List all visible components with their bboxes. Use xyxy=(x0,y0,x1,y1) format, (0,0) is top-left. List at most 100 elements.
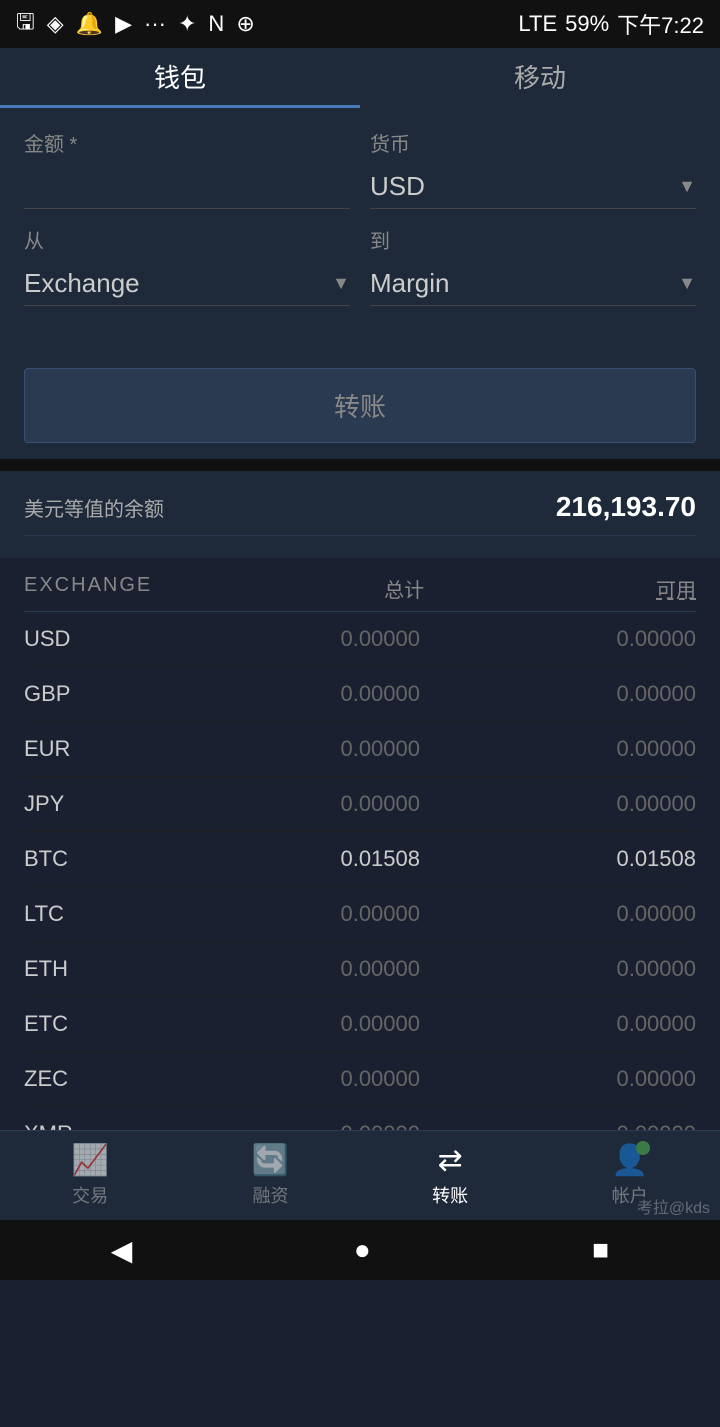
form-row-bottom: 从 Exchange ▼ 到 Margin ▼ xyxy=(24,225,696,306)
transfer-label: 转账 xyxy=(432,1182,468,1208)
amount-group: 金额 * xyxy=(24,128,350,209)
amount-available: 0.01508 xyxy=(536,846,696,872)
table-row: LTC 0.00000 0.00000 xyxy=(24,887,696,942)
from-group: 从 Exchange ▼ xyxy=(24,225,350,306)
currency-group: 货币 USD ▼ xyxy=(370,128,696,209)
table-row: JPY 0.00000 0.00000 xyxy=(24,777,696,832)
currency-name: USD xyxy=(24,626,144,652)
amount-total: 0.01508 xyxy=(260,846,420,872)
currency-name: ZEC xyxy=(24,1066,144,1092)
amount-total: 0.00000 xyxy=(260,956,420,982)
amount-input[interactable] xyxy=(24,165,350,209)
currency-name: JPY xyxy=(24,791,144,817)
amount-available: 0.00000 xyxy=(536,681,696,707)
transfer-icon: ⇄ xyxy=(438,1143,463,1178)
balance-row: 美元等值的余额 216,193.70 xyxy=(24,491,696,536)
balance-value: 216,193.70 xyxy=(556,491,696,523)
amount-available: 0.00000 xyxy=(536,901,696,927)
lte-label: LTE xyxy=(518,11,557,37)
from-dropdown-arrow: ▼ xyxy=(332,273,350,294)
notification-icon: 🖫 xyxy=(16,5,35,43)
amount-total: 0.00000 xyxy=(260,1066,420,1092)
amount-available: 0.00000 xyxy=(536,626,696,652)
notification-bell-icon: 🔔 xyxy=(76,11,103,37)
from-label: 从 xyxy=(24,225,350,254)
amount-available: 0.00000 xyxy=(536,956,696,982)
send-icon: ▶ xyxy=(115,11,132,37)
from-value: Exchange xyxy=(24,268,332,299)
home-button[interactable]: ● xyxy=(354,1234,371,1266)
to-value: Margin xyxy=(370,268,678,299)
table-row: ETH 0.00000 0.00000 xyxy=(24,942,696,997)
tab-move[interactable]: 移动 xyxy=(360,48,720,108)
watermark: 考拉@kds xyxy=(637,1194,710,1218)
amount-total: 0.00000 xyxy=(260,901,420,927)
battery-label: 59% xyxy=(565,11,609,37)
trade-icon: 📈 xyxy=(71,1143,108,1178)
currency-dropdown-arrow: ▼ xyxy=(678,176,696,197)
to-dropdown-arrow: ▼ xyxy=(678,273,696,294)
currency-name: EUR xyxy=(24,736,144,762)
back-button[interactable]: ◀ xyxy=(111,1234,133,1267)
table-row: BTC 0.01508 0.01508 xyxy=(24,832,696,887)
amount-total: 0.00000 xyxy=(260,1011,420,1037)
from-select[interactable]: Exchange ▼ xyxy=(24,262,350,306)
tab-wallet[interactable]: 钱包 xyxy=(0,48,360,108)
table-row: ETC 0.00000 0.00000 xyxy=(24,997,696,1052)
exchange-title: EXCHANGE xyxy=(24,574,152,603)
currency-name: ETC xyxy=(24,1011,144,1037)
nav-trade[interactable]: 📈 交易 xyxy=(71,1143,108,1208)
bottom-nav: 📈 交易 🔄 融资 ⇄ 转账 👤 帐户 xyxy=(0,1130,720,1220)
currency-label: 货币 xyxy=(370,128,696,157)
app-icon-1: ◈ xyxy=(47,11,64,37)
balance-label: 美元等值的余额 xyxy=(24,493,164,522)
total-col-header: 总计 xyxy=(384,574,424,603)
transfer-button[interactable]: 转账 xyxy=(24,368,696,443)
status-right-info: LTE 59% 下午7:22 xyxy=(518,8,704,40)
status-left-icons: 🖫 ◈ 🔔 ▶ ··· ✦ N ⊕ xyxy=(16,5,255,43)
recents-button[interactable]: ■ xyxy=(592,1234,609,1266)
transfer-form: 金额 * 货币 USD ▼ 从 Exchange ▼ xyxy=(0,108,720,352)
trade-label: 交易 xyxy=(72,1182,108,1208)
exchange-header: EXCHANGE 总计 可用 xyxy=(24,558,696,612)
nfc-icon: N xyxy=(208,11,224,37)
currency-value: USD xyxy=(370,171,678,202)
amount-total: 0.00000 xyxy=(260,791,420,817)
table-row: ZEC 0.00000 0.00000 xyxy=(24,1052,696,1107)
table-row: GBP 0.00000 0.00000 xyxy=(24,667,696,722)
currency-select[interactable]: USD ▼ xyxy=(370,165,696,209)
amount-label: 金额 * xyxy=(24,128,350,157)
amount-total: 0.00000 xyxy=(260,736,420,762)
signal-icon: ⊕ xyxy=(236,11,254,37)
table-row: USD 0.00000 0.00000 xyxy=(24,612,696,667)
currency-name: GBP xyxy=(24,681,144,707)
status-bar: 🖫 ◈ 🔔 ▶ ··· ✦ N ⊕ LTE 59% 下午7:22 xyxy=(0,0,720,48)
to-group: 到 Margin ▼ xyxy=(370,225,696,306)
table-row: EUR 0.00000 0.00000 xyxy=(24,722,696,777)
finance-icon: 🔄 xyxy=(252,1143,289,1178)
more-icon: ··· xyxy=(144,11,166,37)
time-label: 下午7:22 xyxy=(617,8,704,40)
currency-name: LTC xyxy=(24,901,144,927)
amount-total: 0.00000 xyxy=(260,681,420,707)
transfer-btn-wrapper: 转账 xyxy=(0,352,720,459)
amount-available: 0.00000 xyxy=(536,791,696,817)
currency-name: BTC xyxy=(24,846,144,872)
nav-finance[interactable]: 🔄 融资 xyxy=(252,1143,289,1208)
amount-available: 0.00000 xyxy=(536,1011,696,1037)
amount-available: 0.00000 xyxy=(536,736,696,762)
main-tabs: 钱包 移动 xyxy=(0,48,720,108)
form-row-top: 金额 * 货币 USD ▼ xyxy=(24,128,696,209)
nav-transfer[interactable]: ⇄ 转账 xyxy=(432,1143,468,1208)
currency-name: ETH xyxy=(24,956,144,982)
finance-label: 融资 xyxy=(252,1182,288,1208)
available-col-header: 可用 xyxy=(656,574,696,603)
to-label: 到 xyxy=(370,225,696,254)
gesture-bar: ◀ ● ■ xyxy=(0,1220,720,1280)
bluetooth-icon: ✦ xyxy=(178,11,196,37)
to-select[interactable]: Margin ▼ xyxy=(370,262,696,306)
amount-total: 0.00000 xyxy=(260,626,420,652)
section-divider xyxy=(0,459,720,471)
balance-section: 美元等值的余额 216,193.70 xyxy=(0,471,720,558)
amount-available: 0.00000 xyxy=(536,1066,696,1092)
